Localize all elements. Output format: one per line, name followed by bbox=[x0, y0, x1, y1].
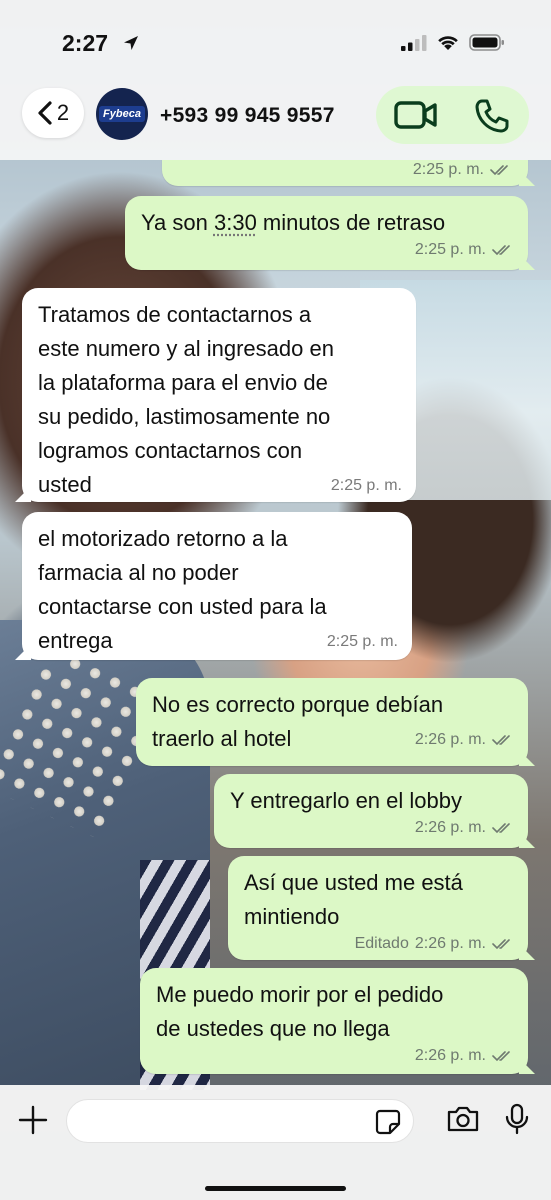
message-time: 2:25 p. m. bbox=[412, 161, 484, 178]
avatar-logo-text: Fybeca bbox=[99, 106, 145, 122]
wifi-icon bbox=[438, 36, 458, 50]
message-meta: 2:25 p. m. bbox=[141, 240, 514, 260]
message-time: 2:25 p. m. bbox=[330, 477, 402, 494]
location-arrow-icon bbox=[124, 36, 138, 50]
video-call-icon[interactable] bbox=[394, 100, 438, 130]
time-link[interactable]: 3:30 bbox=[214, 210, 257, 235]
sticker-icon[interactable] bbox=[375, 1109, 401, 1135]
message-time: 2:26 p. m. bbox=[414, 1047, 486, 1064]
message-meta: 2:26 p. m. bbox=[156, 1046, 514, 1066]
message-text: Tratamos de contactarnos a este numero y… bbox=[38, 302, 334, 497]
microphone-icon[interactable] bbox=[505, 1103, 529, 1135]
status-time: 2:27 bbox=[62, 30, 109, 56]
unread-count: 2 bbox=[56, 100, 70, 125]
message-outgoing[interactable]: Y entregarlo en el lobby 2:26 p. m. bbox=[214, 774, 528, 848]
read-ticks-icon bbox=[492, 735, 510, 746]
chat-header: 2 Fybeca +593 99 945 9557 bbox=[0, 80, 551, 160]
message-time: 2:25 p. m. bbox=[326, 633, 398, 650]
read-ticks-icon bbox=[492, 939, 510, 950]
camera-icon[interactable] bbox=[446, 1105, 480, 1133]
message-text: Y entregarlo en el lobby bbox=[230, 788, 462, 813]
message-text: Así que usted me está mintiendo bbox=[244, 870, 463, 929]
battery-icon bbox=[469, 34, 504, 51]
read-ticks-icon bbox=[492, 1051, 510, 1062]
read-ticks-icon bbox=[490, 165, 508, 176]
message-incoming[interactable]: el motorizado retorno a la farmacia al n… bbox=[22, 512, 412, 660]
read-ticks-icon bbox=[492, 245, 510, 256]
phone-icon[interactable] bbox=[474, 98, 510, 134]
message-incoming[interactable]: Tratamos de contactarnos a este numero y… bbox=[22, 288, 416, 502]
status-bar: 2:27 bbox=[0, 0, 551, 80]
message-outgoing[interactable]: Así que usted me está mintiendo Editado … bbox=[228, 856, 528, 960]
message-text: Me puedo morir por el pedido de ustedes … bbox=[156, 982, 444, 1041]
message-outgoing[interactable]: No es correcto porque debían traerlo al … bbox=[136, 678, 528, 766]
message-time: 2:26 p. m. bbox=[414, 819, 486, 836]
home-indicator[interactable] bbox=[205, 1186, 346, 1191]
read-ticks-icon bbox=[492, 823, 510, 834]
message-time: 2:26 p. m. bbox=[414, 935, 486, 952]
message-meta: Editado 2:26 p. m. bbox=[244, 934, 514, 954]
message-outgoing[interactable]: 2:25 p. m. bbox=[162, 160, 528, 186]
message-meta: 2:25 p. m. bbox=[413, 160, 512, 180]
composer-bar bbox=[0, 1085, 551, 1200]
message-time: 2:26 p. m. bbox=[414, 731, 486, 748]
avatar[interactable]: Fybeca bbox=[96, 88, 148, 140]
message-outgoing[interactable]: Me puedo morir por el pedido de ustedes … bbox=[140, 968, 528, 1074]
message-meta: 2:26 p. m. bbox=[230, 818, 514, 838]
chevron-left-icon bbox=[38, 101, 52, 125]
contact-name[interactable]: +593 99 945 9557 bbox=[160, 104, 335, 128]
signal-icon bbox=[401, 34, 427, 51]
message-meta: 2:25 p. m. bbox=[38, 476, 402, 496]
edited-label: Editado bbox=[354, 935, 409, 952]
call-actions bbox=[376, 86, 529, 144]
message-input[interactable] bbox=[66, 1099, 414, 1143]
message-text: Ya son 3:30 minutos de retraso bbox=[141, 210, 446, 235]
message-outgoing[interactable]: Ya son 3:30 minutos de retraso 2:25 p. m… bbox=[125, 196, 528, 270]
message-list[interactable]: 2:25 p. m. Ya son 3:30 minutos de retras… bbox=[0, 160, 551, 1085]
plus-icon[interactable] bbox=[18, 1105, 48, 1135]
back-button[interactable]: 2 bbox=[22, 88, 84, 138]
status-icons bbox=[401, 34, 505, 51]
message-time: 2:25 p. m. bbox=[414, 241, 486, 258]
